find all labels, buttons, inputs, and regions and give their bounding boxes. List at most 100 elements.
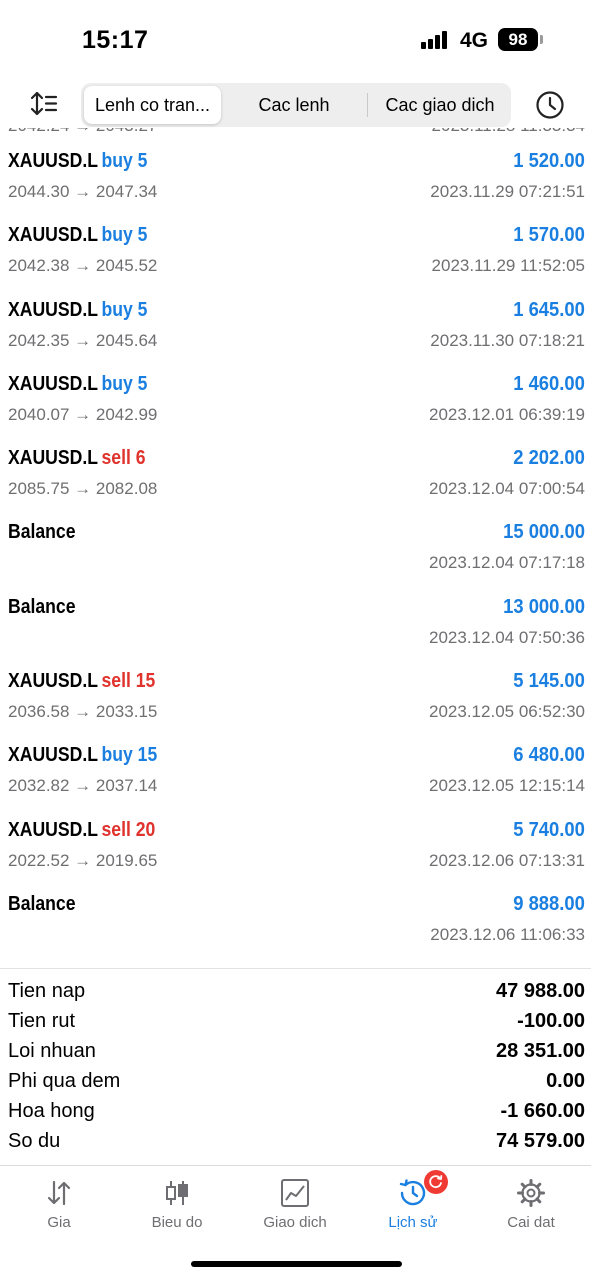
deal-title: XAUUSD.L sell 6 xyxy=(8,447,146,470)
buy-volume: buy 15 xyxy=(101,744,158,767)
deal-time: 2023.11.29 07:21:51 xyxy=(430,182,585,201)
deal-title: XAUUSD.L sell 20 xyxy=(8,819,155,842)
history-list[interactable]: 2042.24 → 2043.27 2023.11.28 11:33:34 XA… xyxy=(0,112,591,960)
symbol-name: XAUUSD.L xyxy=(8,298,98,321)
summary-row: So du 74 579.00 xyxy=(0,1126,591,1156)
sort-icon xyxy=(30,91,58,116)
buy-volume: buy 5 xyxy=(101,298,148,321)
deal-time: 2023.12.05 12:15:14 xyxy=(429,776,585,796)
price-range: 2040.07 → 2042.99 xyxy=(8,404,158,424)
summary-divider xyxy=(0,968,591,969)
deal-amount: 5 740.00 xyxy=(513,818,585,841)
home-indicator[interactable] xyxy=(191,1261,402,1267)
nav-label: Gia xyxy=(47,1214,71,1231)
history-toolbar: Lenh co tran... Cac lenh Cac giao dich xyxy=(0,82,591,128)
buy-volume: buy 5 xyxy=(101,224,148,247)
deal-amount: 1 645.00 xyxy=(513,298,585,321)
deal-amount: 1 460.00 xyxy=(513,372,585,395)
price-range: 2022.52 → 2019.65 xyxy=(8,850,158,870)
deal-row[interactable]: XAUUSD.L buy 5 1 520.00 2044.30 → 2047.34 20… xyxy=(0,142,591,216)
deal-title: Balance xyxy=(8,596,76,619)
nav-settings[interactable]: Cai dat xyxy=(472,1166,590,1236)
summary-label: Phi qua dem xyxy=(8,1070,121,1092)
deal-row[interactable]: XAUUSD.L sell 15 5 145.00 2036.58 → 2033.15… xyxy=(0,662,591,736)
deal-row[interactable]: XAUUSD.L sell 6 2 202.00 2085.75 → 2082.08 2… xyxy=(0,439,591,513)
price-range: 2042.38 → 2045.52 xyxy=(8,256,158,276)
deal-row[interactable]: XAUUSD.L sell 20 5 740.00 2022.52 → 2019.65… xyxy=(0,811,591,885)
segmented-control: Lenh co tran... Cac lenh Cac giao dich xyxy=(81,83,511,127)
deal-time: 2023.12.05 06:52:30 xyxy=(429,702,585,722)
tab-orders[interactable]: Cac lenh xyxy=(224,83,364,127)
cell-signal-icon xyxy=(421,31,449,49)
tab-positions[interactable]: Lenh co tran... xyxy=(84,86,221,124)
nav-quotes[interactable]: Gia xyxy=(0,1166,118,1236)
deal-title: XAUUSD.L sell 15 xyxy=(8,670,155,693)
deal-amount: 1 570.00 xyxy=(513,224,585,247)
nav-chart[interactable]: Bieu do xyxy=(118,1166,236,1236)
deal-amount: 13 000.00 xyxy=(503,595,585,618)
deal-amount: 1 520.00 xyxy=(513,150,585,172)
deal-time: 2023.12.04 07:00:54 xyxy=(429,479,585,499)
quotes-arrows-icon xyxy=(47,1180,71,1206)
battery-tip xyxy=(540,35,543,44)
symbol-name: XAUUSD.L xyxy=(8,150,98,172)
deal-title: Balance xyxy=(8,893,76,916)
symbol-name: XAUUSD.L xyxy=(8,818,98,841)
deal-time: 2023.12.04 07:17:18 xyxy=(429,553,585,573)
symbol-name: XAUUSD.L xyxy=(8,224,98,247)
nav-label: Cai dat xyxy=(507,1214,555,1231)
balance-row[interactable]: Balance 13 000.00 2023.12.04 07:50:36 xyxy=(0,588,591,662)
period-button[interactable] xyxy=(535,90,565,120)
deal-time: 2023.11.29 11:52:05 xyxy=(431,256,585,276)
deal-amount: 9 888.00 xyxy=(513,892,585,915)
summary-label: So du xyxy=(8,1130,61,1152)
balance-row[interactable]: Balance 9 888.00 2023.12.06 11:06:33 xyxy=(0,885,591,959)
summary-label: Hoa hong xyxy=(8,1100,95,1122)
summary-panel: Tien nap 47 988.00 Tien rut -100.00 Loi nh… xyxy=(0,976,591,1156)
tab-deals[interactable]: Cac giao dich xyxy=(369,83,511,127)
buy-volume: buy 5 xyxy=(101,150,148,172)
symbol-name: Balance xyxy=(8,595,76,618)
summary-value: 47 988.00 xyxy=(496,980,585,1002)
symbol-name: XAUUSD.L xyxy=(8,447,98,470)
summary-value: -100.00 xyxy=(517,1010,585,1032)
battery-icon: 98 xyxy=(498,28,538,51)
sort-button[interactable] xyxy=(28,90,60,120)
deal-title: XAUUSD.L buy 5 xyxy=(8,373,147,396)
deal-row[interactable]: XAUUSD.L buy 5 1 570.00 2042.38 → 2045.52 20… xyxy=(0,216,591,290)
summary-label: Loi nhuan xyxy=(8,1040,96,1062)
clock-icon xyxy=(536,91,564,119)
summary-row: Loi nhuan 28 351.00 xyxy=(0,1036,591,1066)
deal-time: 2023.12.06 11:06:33 xyxy=(430,924,585,944)
balance-row[interactable]: Balance 15 000.00 2023.12.04 07:17:18 xyxy=(0,513,591,587)
deal-title: XAUUSD.L buy 5 xyxy=(8,150,147,173)
nav-trade[interactable]: Giao dich xyxy=(236,1166,354,1236)
summary-row: Tien rut -100.00 xyxy=(0,1006,591,1036)
summary-value: 74 579.00 xyxy=(496,1130,585,1152)
price-range: 2036.58 → 2033.15 xyxy=(8,702,158,722)
summary-value: 28 351.00 xyxy=(496,1040,585,1062)
symbol-name: XAUUSD.L xyxy=(8,744,98,767)
status-time: 15:17 xyxy=(82,26,149,54)
nav-label: Bieu do xyxy=(151,1214,203,1231)
sell-volume: sell 20 xyxy=(101,818,156,841)
deal-row[interactable]: XAUUSD.L buy 15 6 480.00 2032.82 → 2037.14 2… xyxy=(0,736,591,810)
nav-label: Lịch sử xyxy=(388,1214,438,1231)
summary-row: Hoa hong -1 660.00 xyxy=(0,1096,591,1126)
symbol-name: XAUUSD.L xyxy=(8,670,98,693)
status-bar: 15:17 4G 98 xyxy=(0,0,591,80)
summary-row: Phi qua dem 0.00 xyxy=(0,1066,591,1096)
summary-label: Tien rut xyxy=(8,1010,76,1032)
deal-row[interactable]: XAUUSD.L buy 5 1 645.00 2042.35 → 2045.64 20… xyxy=(0,291,591,365)
deal-title: Balance xyxy=(8,521,76,544)
deal-time: 2023.12.01 06:39:19 xyxy=(429,404,585,424)
trade-chart-icon xyxy=(281,1179,309,1207)
deal-amount: 15 000.00 xyxy=(503,521,585,544)
price-range: 2042.35 → 2045.64 xyxy=(8,330,158,350)
nav-history[interactable]: Lịch sử xyxy=(354,1166,472,1236)
refresh-badge xyxy=(424,1170,448,1194)
deal-row[interactable]: XAUUSD.L buy 5 1 460.00 2040.07 → 2042.99 20… xyxy=(0,365,591,439)
summary-value: 0.00 xyxy=(546,1070,585,1092)
symbol-name: Balance xyxy=(8,892,76,915)
refresh-icon xyxy=(429,1175,443,1189)
